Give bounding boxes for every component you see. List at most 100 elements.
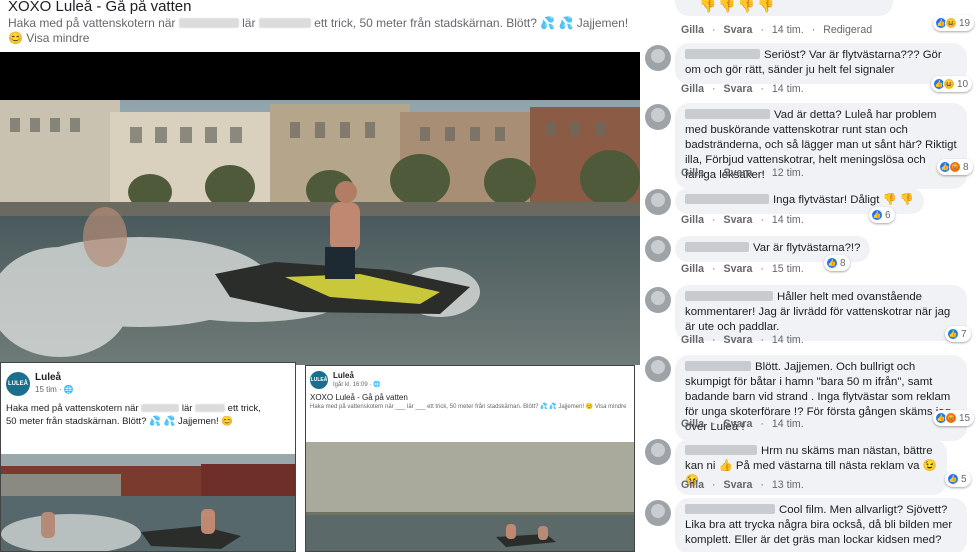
like-link[interactable]: Gilla: [681, 214, 704, 226]
avatar[interactable]: [645, 189, 671, 215]
reply-link[interactable]: Svara: [724, 214, 753, 226]
commenter-name[interactable]: [685, 361, 751, 371]
redacted-name: [195, 404, 226, 412]
reaction-count: 6: [885, 209, 891, 221]
commenter-name[interactable]: [685, 242, 749, 252]
avatar[interactable]: [645, 236, 671, 262]
inset-video-thumb: [1, 454, 295, 551]
like-link[interactable]: Gilla: [681, 83, 704, 95]
avatar[interactable]: [645, 356, 671, 382]
commenter-name[interactable]: [685, 291, 773, 301]
reply-link[interactable]: Svara: [724, 479, 753, 491]
reaction-summary[interactable]: 👍 😆 10: [931, 76, 973, 92]
reaction-summary[interactable]: 👍 7: [945, 326, 971, 342]
like-link[interactable]: Gilla: [681, 418, 704, 430]
like-link[interactable]: Gilla: [681, 263, 704, 275]
inset-text-part: 50 meter från stadskärnan. Blött? 💦 💦 Ja…: [6, 416, 234, 427]
reaction-count: 19: [959, 17, 971, 29]
edited-label: Redigerad: [823, 24, 873, 36]
comment-time[interactable]: 15 tim.: [772, 263, 804, 275]
commenter-name[interactable]: [685, 194, 769, 204]
like-link[interactable]: Gilla: [681, 24, 704, 36]
post-time[interactable]: 15 tim · 🌐: [35, 385, 74, 394]
comment-time[interactable]: 14 tim.: [772, 214, 804, 226]
comment-actions: Gilla · Svara · 14 tim. · Redigerad: [681, 24, 873, 36]
inset-post-text: Haka med på vattenskotern när lär ett tr…: [6, 402, 291, 428]
screenshot-inset: LULEÅ Luleå Igår kl. 16:09 · 🌐 XOXO Lule…: [305, 365, 635, 552]
comment-time[interactable]: 14 tim.: [772, 334, 804, 346]
like-link[interactable]: Gilla: [681, 167, 704, 179]
reply-link[interactable]: Svara: [724, 418, 753, 430]
reaction-count: 7: [961, 328, 967, 340]
inset-text-part: lär: [181, 403, 193, 414]
reaction-summary[interactable]: 👍 😆 19: [933, 15, 975, 31]
post-text-part: lär: [242, 16, 256, 30]
commenter-name[interactable]: [685, 109, 770, 119]
video-player[interactable]: [0, 52, 640, 365]
commenter-name[interactable]: [685, 504, 775, 514]
post-title[interactable]: XOXO Luleå - Gå på vatten: [8, 0, 191, 15]
avatar[interactable]: [645, 104, 671, 130]
avatar[interactable]: [645, 45, 671, 71]
reply-link[interactable]: Svara: [724, 83, 753, 95]
reaction-count: 5: [961, 473, 967, 485]
page-logo: LULEÅ: [310, 371, 328, 389]
post-text-part: Haka med på vattenskotern när: [8, 16, 176, 30]
commenter-name[interactable]: [685, 445, 757, 455]
haha-reaction-icon: 😆: [945, 17, 957, 29]
hands-emoji-row: 👎👎👎👎: [699, 0, 777, 13]
reaction-summary[interactable]: 👍 5: [945, 471, 971, 487]
reaction-count: 10: [957, 78, 969, 90]
comment-time[interactable]: 14 tim.: [772, 83, 804, 95]
screenshot-inset: LULEÅ Luleå 15 tim · 🌐 Haka med på vatte…: [0, 362, 296, 552]
redacted-name: [141, 404, 180, 412]
comment-actions: Gilla · Svara · 14 tim.: [681, 83, 804, 95]
like-link[interactable]: Gilla: [681, 334, 704, 346]
comment-time[interactable]: 14 tim.: [772, 24, 804, 36]
reaction-summary[interactable]: 👍 8: [824, 255, 850, 271]
reaction-count: 8: [963, 161, 969, 173]
like-reaction-icon: 👍: [871, 209, 883, 221]
haha-reaction-icon: 😆: [943, 78, 955, 90]
comment-actions: Gilla · Svara · 12 tim.: [681, 167, 804, 179]
avatar[interactable]: [645, 439, 671, 465]
avatar[interactable]: [645, 287, 671, 313]
like-link[interactable]: Gilla: [681, 479, 704, 491]
comment-bubble: 👎👎👎👎: [675, 0, 893, 16]
angry-reaction-icon: 😡: [949, 161, 961, 173]
comment-actions: Gilla · Svara · 14 tim.: [681, 214, 804, 226]
reply-link[interactable]: Svara: [724, 263, 753, 275]
reaction-summary[interactable]: 👍 😡 15: [933, 410, 975, 426]
comment-text: Var är flytvästarna?!?: [753, 242, 861, 254]
post-text: Haka med på vattenskotern när lär ett tr…: [8, 16, 636, 46]
inset-video-frame: [306, 442, 634, 551]
comment-actions: Gilla · Svara · 15 tim.: [681, 263, 804, 275]
see-less-link[interactable]: Visa mindre: [26, 31, 89, 45]
commenter-name[interactable]: [685, 49, 760, 59]
reply-link[interactable]: Svara: [724, 167, 753, 179]
video-frame: [0, 52, 640, 365]
reaction-count: 15: [959, 412, 971, 424]
inset-text-part: Haka med på vattenskotern när: [6, 403, 139, 414]
reaction-summary[interactable]: 👍 6: [869, 207, 895, 223]
inset-post-text: Haka med på vattenskotern när ___ lär __…: [310, 404, 627, 410]
comment-time[interactable]: 14 tim.: [772, 418, 804, 430]
comment-time[interactable]: 12 tim.: [772, 167, 804, 179]
comment-actions: Gilla · Svara · 14 tim.: [681, 334, 804, 346]
avatar[interactable]: [645, 500, 671, 526]
comment-text: Inga flytvästar! Dåligt 👎 👎: [773, 194, 915, 206]
inset-post-title[interactable]: XOXO Luleå - Gå på vatten: [310, 393, 408, 402]
page-name[interactable]: Luleå: [35, 372, 61, 383]
comment-bubble: Håller helt med ovanstående kommentarer!…: [675, 285, 967, 341]
comment-time[interactable]: 13 tim.: [772, 479, 804, 491]
page-logo: LULEÅ: [6, 372, 30, 396]
comment-bubble: Seriöst? Var är flytvästarna??? Gör om o…: [675, 43, 967, 84]
page-name[interactable]: Luleå: [333, 371, 354, 380]
reply-link[interactable]: Svara: [724, 24, 753, 36]
screenshot-collage: XOXO Luleå - Gå på vatten Haka med på va…: [0, 0, 980, 552]
like-reaction-icon: 👍: [826, 257, 838, 269]
like-reaction-icon: 👍: [947, 328, 959, 340]
post-time[interactable]: Igår kl. 16:09 · 🌐: [333, 381, 381, 388]
reaction-summary[interactable]: 👍 😡 8: [937, 159, 973, 175]
reply-link[interactable]: Svara: [724, 334, 753, 346]
